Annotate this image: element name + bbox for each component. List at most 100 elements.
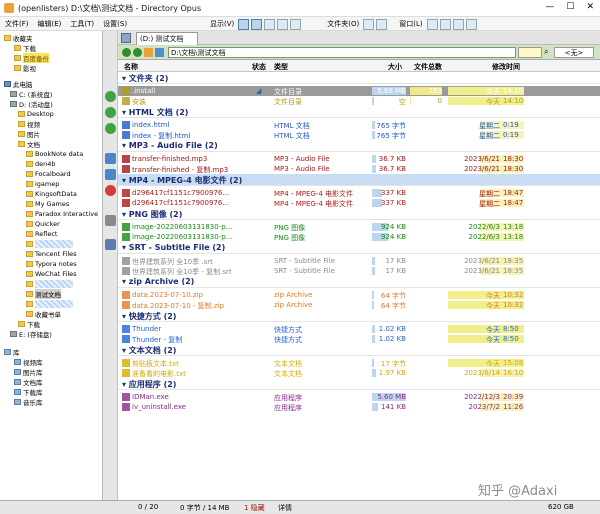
search-icon[interactable]: ⌕ — [544, 47, 548, 57]
tree-after-1[interactable]: E: (存储盘) — [10, 329, 52, 339]
tree-doc-6[interactable]: Paradox Interactive — [26, 209, 98, 219]
col-name[interactable]: 名称 — [124, 62, 138, 72]
menu-edit[interactable]: 编辑(E) — [38, 19, 62, 29]
col-status[interactable]: 状态 — [252, 62, 266, 72]
file-row[interactable]: image-20220603131830-p... PNG 图像 924 KB 202… — [118, 232, 600, 242]
tree-d-1[interactable]: 视频 — [18, 119, 40, 129]
group-header[interactable]: ▾ MP3 - Audio File (2) — [118, 140, 600, 152]
group-header[interactable]: ▾ 应用程序 (2) — [118, 378, 600, 390]
properties-icon[interactable] — [105, 239, 116, 250]
menu-tools[interactable]: 工具(T) — [70, 19, 94, 29]
status-hidden[interactable]: 1 隐藏 — [244, 503, 265, 513]
file-row[interactable]: 世界建筑系列 全10季 - 复制.srt SRT - Subtitle File 1… — [118, 266, 600, 276]
file-row[interactable]: transfer-finished.mp3 MP3 - Audio File 36.… — [118, 154, 600, 164]
forward-icon[interactable] — [105, 107, 116, 118]
status-details[interactable]: 详情 — [278, 503, 292, 513]
group-header[interactable]: ▾ PNG 图像 (2) — [118, 208, 600, 220]
tree-icon[interactable] — [264, 18, 276, 30]
menu-file[interactable]: 文件(F) — [5, 19, 29, 29]
tree-d-0[interactable]: Desktop — [18, 109, 54, 119]
filter-select[interactable]: <无> — [554, 47, 594, 58]
folder-icon[interactable] — [363, 18, 375, 30]
view-button[interactable]: 显示(V) — [208, 19, 236, 29]
tree-favorites[interactable]: 收藏夹 — [4, 33, 33, 43]
close-icon[interactable]: ✕ — [586, 2, 594, 12]
col-modified[interactable]: 修改时间 — [492, 62, 520, 72]
group-header[interactable]: ▾ zip Archive (2) — [118, 276, 600, 288]
col-type[interactable]: 类型 — [274, 62, 288, 72]
tree-doc-8[interactable]: Reflect — [26, 229, 57, 239]
tree-doc-1[interactable]: den4b — [26, 159, 56, 169]
file-row[interactable]: 准备看的电影.txt 文本文档 1.97 KB 2023/6/14 16:10 — [118, 368, 600, 378]
tree-fav-1[interactable]: 百度备份 — [14, 53, 49, 63]
col-size[interactable]: 大小 — [388, 62, 402, 72]
file-row[interactable]: 剪贴板文本.txt 文本文档 17 字节 今天 15:08 — [118, 358, 600, 368]
move-icon[interactable] — [105, 169, 116, 180]
file-row[interactable]: image-20220603131830-p... PNG 图像 924 KB 202… — [118, 222, 600, 232]
nav-folder-icon[interactable] — [155, 48, 164, 57]
tree-lib-3[interactable]: 下载库 — [14, 387, 43, 397]
window-icon-1[interactable] — [426, 18, 438, 30]
tree-doc-15[interactable] — [26, 299, 73, 309]
tree-doc-14[interactable]: 测试文档 — [26, 289, 61, 299]
file-row[interactable]: data.2023-07-10.zip zip Archive 64 字节 今天 10:… — [118, 290, 600, 300]
tree-doc-5[interactable]: My Games — [26, 199, 69, 209]
file-row[interactable]: Thunder 快捷方式 1.02 KB 今天 8:50 — [118, 324, 600, 334]
window-icon-4[interactable] — [465, 18, 477, 30]
tree-fav-2[interactable]: 影视 — [14, 63, 36, 73]
file-row[interactable]: d296417cf1151c7900976... MP4 - MPEG-4 电影文… — [118, 198, 600, 208]
tree-doc-13[interactable] — [26, 279, 73, 289]
tree-doc-3[interactable]: igamep — [26, 179, 59, 189]
minimize-icon[interactable]: — — [545, 2, 554, 12]
dual-pane-icon[interactable] — [251, 18, 263, 30]
delete-icon[interactable] — [105, 185, 116, 196]
group-header[interactable]: ▾ 文本文档 (2) — [118, 344, 600, 356]
group-header[interactable]: ▾ SRT - Subtitle File (2) — [118, 242, 600, 254]
list-icon[interactable] — [290, 18, 302, 30]
file-row[interactable]: index - 复制.html HTML 文档 765 字节 星期二 0:19 — [118, 130, 600, 140]
group-header[interactable]: ▾ 快捷方式 (2) — [118, 310, 600, 322]
tree-doc-11[interactable]: Typora notes — [26, 259, 77, 269]
nav-back-icon[interactable] — [122, 48, 131, 57]
tree-lib-2[interactable]: 文档库 — [14, 377, 43, 387]
nav-forward-icon[interactable] — [133, 48, 142, 57]
star-icon[interactable] — [376, 18, 388, 30]
tree-after-0[interactable]: 下载 — [18, 319, 40, 329]
tree-doc-7[interactable]: Quicker — [26, 219, 60, 229]
menu-settings[interactable]: 设置(S) — [103, 19, 127, 29]
tree-lib-0[interactable]: 视频库 — [14, 357, 43, 367]
tree-doc-0[interactable]: BookNote data — [26, 149, 83, 159]
tree-doc-16[interactable]: 收藏书单 — [26, 309, 61, 319]
file-row[interactable]: 世界建筑系列 全10季 .srt SRT - Subtitle File 17 KB… — [118, 256, 600, 266]
col-total[interactable]: 文件总数 — [414, 62, 442, 72]
file-row[interactable]: iv_uninstall.exe 应用程序 141 KB 2023/7/2 11:26 — [118, 402, 600, 412]
group-header[interactable]: ▾ HTML 文档 (2) — [118, 106, 600, 118]
tab-list-icon[interactable] — [121, 33, 131, 43]
tree-drive-0[interactable]: C: (系统盘) — [10, 89, 52, 99]
file-row[interactable]: index.html HTML 文档 765 字节 星期二 0:19 — [118, 120, 600, 130]
tree-doc-4[interactable]: KingsoftData — [26, 189, 77, 199]
tree-fav-0[interactable]: 下载 — [14, 43, 36, 53]
file-row[interactable]: IDMan.exe 应用程序 5.60 MB 2022/12/3 20:39 — [118, 392, 600, 402]
tree-library[interactable]: 库 — [4, 347, 20, 357]
file-row[interactable]: 安装 文件目录空 0 今天 14:10 — [118, 96, 600, 106]
file-row[interactable]: transfer-finished - 复制.mp3 MP3 - Audio Fi… — [118, 164, 600, 174]
tree-this-pc[interactable]: 此电脑 — [4, 79, 33, 89]
file-row[interactable]: data.2023-07-10 - 复制.zip zip Archive 64 字节… — [118, 300, 600, 310]
window-icon-2[interactable] — [439, 18, 451, 30]
group-header[interactable]: ▾ 文件夹 (2) — [118, 72, 600, 84]
viewer-icon[interactable] — [277, 18, 289, 30]
back-icon[interactable] — [105, 91, 116, 102]
tree-lib-4[interactable]: 音乐库 — [14, 397, 43, 407]
maximize-icon[interactable]: ☐ — [566, 2, 574, 12]
folder-button[interactable]: 文件夹(O) — [325, 19, 361, 29]
tab-test-docs[interactable]: (D:) 测试文档 — [136, 32, 198, 45]
up-icon[interactable] — [105, 123, 116, 134]
layout-icon[interactable] — [238, 18, 250, 30]
file-row[interactable]: d296417cf1151c7900976... MP4 - MPEG-4 电影文… — [118, 188, 600, 198]
tree-d-3[interactable]: 文档 — [18, 139, 40, 149]
tree-drive-1[interactable]: D: (活动盘) — [10, 99, 53, 109]
tree-doc-10[interactable]: Tencent Files — [26, 249, 77, 259]
tree-doc-2[interactable]: Focalboard — [26, 169, 71, 179]
tree-d-2[interactable]: 图片 — [18, 129, 40, 139]
